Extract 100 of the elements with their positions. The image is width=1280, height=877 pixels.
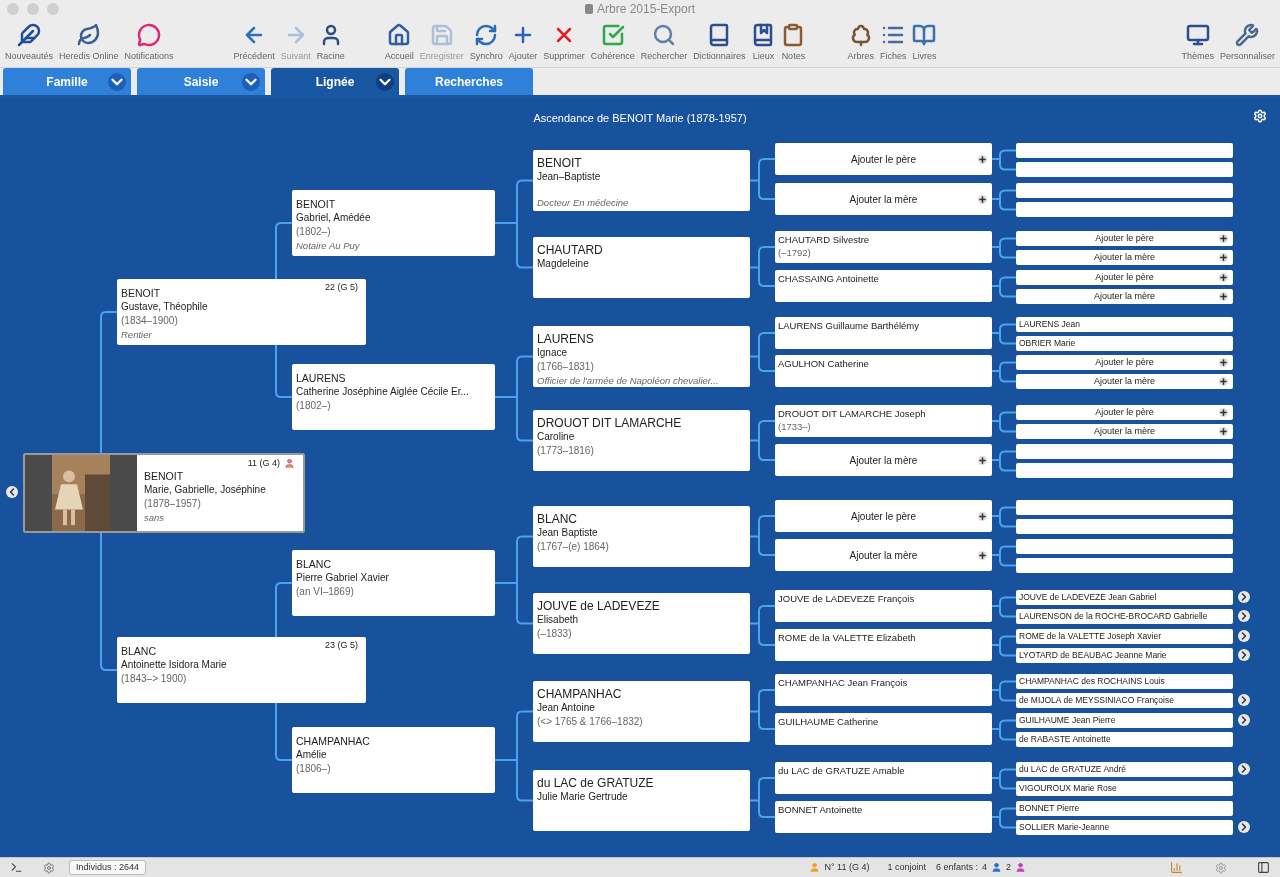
- add-parent-button[interactable]: Ajouter la mère: [775, 183, 992, 215]
- ancestor-card[interactable]: LAURENS Jean: [1016, 317, 1233, 332]
- tab[interactable]: Saisie: [137, 68, 265, 95]
- add-parent-button[interactable]: Ajouter le père: [1016, 405, 1233, 420]
- toolbar-button[interactable]: Racine: [315, 23, 346, 64]
- ancestor-card[interactable]: LAURENSON de la ROCHE-BROCARD Gabrielle: [1016, 609, 1233, 624]
- given-names: Gustave, Théophile: [121, 300, 208, 313]
- ancestor-card[interactable]: BLANC Jean Baptiste (1767–(e) 1864): [533, 506, 750, 567]
- next-generation-icon[interactable]: [1238, 714, 1250, 726]
- ancestor-card[interactable]: DROUOT DIT LAMARCHE Joseph (1733–): [775, 405, 992, 437]
- add-parent-button[interactable]: Ajouter le père: [1016, 270, 1233, 285]
- next-generation-icon[interactable]: [1238, 694, 1250, 706]
- ancestor-card[interactable]: du LAC de GRATUZE André: [1016, 762, 1233, 777]
- tab[interactable]: Famille: [3, 68, 131, 95]
- toolbar-button[interactable]: Ajouter: [507, 23, 539, 64]
- ancestor-card[interactable]: AGULHON Catherine: [775, 355, 992, 387]
- ancestor-card[interactable]: SOLLIER Marie-Jeanne: [1016, 820, 1233, 835]
- toolbar-button[interactable]: Synchro: [468, 23, 504, 64]
- ancestor-name: GUILHAUME Jean Pierre: [1019, 714, 1117, 727]
- toolbar-button[interactable]: Accueil: [383, 23, 415, 64]
- add-parent-button[interactable]: Ajouter le père: [775, 143, 992, 175]
- ancestor-card[interactable]: BENOIT Gabriel, Amédée (1802–) Notaire Au Puy: [292, 190, 495, 256]
- add-parent-button[interactable]: Ajouter le père: [1016, 355, 1233, 370]
- occupation: Notaire Au Puy: [296, 239, 360, 252]
- ancestor-card[interactable]: CHAUTARD Silvestre (–1792): [775, 231, 992, 263]
- toolbar-button[interactable]: Supprimer: [542, 23, 586, 64]
- toolbar-button[interactable]: Thèmes: [1180, 23, 1215, 64]
- add-parent-button[interactable]: Ajouter le père: [775, 500, 992, 532]
- ancestor-card[interactable]: LAURENS Catherine Joséphine Aiglée Cécile Er... (1802–): [292, 364, 495, 430]
- ancestor-card[interactable]: JOUVE de LADEVEZE François: [775, 590, 992, 622]
- ancestor-card[interactable]: CHAMPANHAC Jean Antoine (<> 1765 & 1766–1832): [533, 681, 750, 742]
- ancestor-card[interactable]: CHASSAING Antoinette: [775, 270, 992, 302]
- toolbar-button[interactable]: Livres: [911, 23, 938, 64]
- ancestor-card[interactable]: BONNET Antoinette: [775, 801, 992, 833]
- ancestor-card[interactable]: LYOTARD de BEAUBAC Jeanne Marie: [1016, 648, 1233, 663]
- ancestor-card[interactable]: ROME de la VALETTE Joseph Xavier: [1016, 629, 1233, 644]
- chevron-icon[interactable]: [376, 72, 394, 91]
- panel-icon[interactable]: [1257, 861, 1270, 874]
- toolbar-button[interactable]: Notes: [780, 23, 807, 64]
- individuals-count-field[interactable]: Individus : 2644: [69, 860, 147, 875]
- toolbar-button[interactable]: Précédent: [232, 23, 276, 64]
- ancestor-card[interactable]: CHAMPANHAC Jean François: [775, 674, 992, 706]
- ancestor-card[interactable]: LAURENS Ignace (1766–1831) Officier de l'armée de Napoléon chevalier...: [533, 326, 750, 387]
- ancestor-card[interactable]: du LAC de GRATUZE Amable: [775, 762, 992, 794]
- ancestor-card[interactable]: BENOIT Jean–Baptiste Docteur En médecine: [533, 150, 750, 211]
- terminal-icon[interactable]: [10, 861, 23, 874]
- root-person-card[interactable]: 11 (G 4) BENOIT Marie, Gabrielle, Joséphine (1878–1957) sans: [23, 453, 305, 533]
- toolbar-button[interactable]: Fiches: [878, 23, 908, 64]
- connector-line: [991, 237, 1017, 259]
- ancestor-card[interactable]: BLANC Pierre Gabriel Xavier (an VI–1869): [292, 550, 495, 616]
- ancestor-card[interactable]: ROME de la VALETTE Elizabeth: [775, 629, 992, 661]
- ancestor-card[interactable]: de RABASTE Antoinette: [1016, 732, 1233, 747]
- next-generation-icon[interactable]: [1238, 763, 1250, 775]
- toolbar-button[interactable]: Dictionnaires: [692, 23, 747, 64]
- ancestor-card[interactable]: CHAMPANHAC Amélie (1806–): [292, 727, 495, 793]
- toolbar-button[interactable]: Rechercher: [639, 23, 689, 64]
- next-generation-icon[interactable]: [1238, 591, 1250, 603]
- previous-generation-icon[interactable]: [6, 486, 18, 498]
- toolbar-button[interactable]: Personnaliser: [1218, 23, 1276, 64]
- toolbar-button[interactable]: Nouveautés: [4, 23, 55, 64]
- ancestor-card[interactable]: JOUVE de LADEVEZE Elisabeth (–1833): [533, 593, 750, 654]
- add-parent-button[interactable]: Ajouter la mère: [1016, 374, 1233, 389]
- chevron-icon[interactable]: [242, 72, 260, 91]
- ancestor-card[interactable]: JOUVE de LADEVEZE Jean Gabriel: [1016, 590, 1233, 605]
- next-generation-icon[interactable]: [1238, 630, 1250, 642]
- add-parent-button[interactable]: Ajouter la mère: [775, 444, 992, 476]
- ancestor-card[interactable]: GUILHAUME Jean Pierre: [1016, 713, 1233, 728]
- add-parent-button[interactable]: Ajouter la mère: [1016, 424, 1233, 439]
- toolbar-button[interactable]: Heredis Online: [58, 23, 120, 64]
- ancestor-card[interactable]: DROUOT DIT LAMARCHE Caroline (1773–1816): [533, 410, 750, 471]
- ancestor-card[interactable]: 23 (G 5) BLANC Antoinette Isidora Marie (1843–> 1900): [117, 637, 366, 703]
- plus-icon: [1219, 253, 1228, 262]
- next-generation-icon[interactable]: [1238, 610, 1250, 622]
- tab[interactable]: Recherches: [405, 68, 533, 95]
- ancestor-card[interactable]: 22 (G 5) BENOIT Gustave, Théophile (1834–1900) Rentier: [117, 279, 366, 345]
- ancestor-card[interactable]: VIGOUROUX Marie Rose: [1016, 781, 1233, 796]
- bar-chart-icon[interactable]: [1170, 861, 1183, 874]
- tab[interactable]: Lignée: [271, 68, 399, 95]
- ancestor-card[interactable]: LAURENS Guillaume Barthélémy: [775, 317, 992, 349]
- next-generation-icon[interactable]: [1238, 649, 1250, 661]
- ancestor-card[interactable]: du LAC de GRATUZE Julie Marie Gertrude: [533, 770, 750, 831]
- given-names: Jean Baptiste: [537, 526, 598, 539]
- chevron-icon[interactable]: [108, 72, 126, 91]
- next-generation-icon[interactable]: [1238, 821, 1250, 833]
- ancestor-card[interactable]: CHAMPANHAC des ROCHAINS Louis: [1016, 674, 1233, 689]
- ancestor-card[interactable]: BONNET Pierre: [1016, 801, 1233, 816]
- open-book-icon: [912, 23, 937, 47]
- toolbar-button[interactable]: Lieux: [750, 23, 777, 64]
- home-icon: [387, 23, 412, 47]
- add-parent-button[interactable]: Ajouter la mère: [1016, 250, 1233, 265]
- toolbar-button[interactable]: Notifications: [123, 23, 175, 64]
- add-parent-button[interactable]: Ajouter la mère: [1016, 289, 1233, 304]
- toolbar-button[interactable]: Cohérence: [589, 23, 636, 64]
- ancestor-card[interactable]: OBRIER Marie: [1016, 336, 1233, 351]
- add-parent-button[interactable]: Ajouter le père: [1016, 231, 1233, 246]
- toolbar-button[interactable]: Arbres: [846, 23, 875, 64]
- ancestor-card[interactable]: de MIJOLA de MEYSSINIACO Françoise: [1016, 693, 1233, 708]
- add-parent-button[interactable]: Ajouter la mère: [775, 539, 992, 571]
- ancestor-card[interactable]: GUILHAUME Catherine: [775, 713, 992, 745]
- ancestor-card[interactable]: CHAUTARD Magdeleine: [533, 237, 750, 298]
